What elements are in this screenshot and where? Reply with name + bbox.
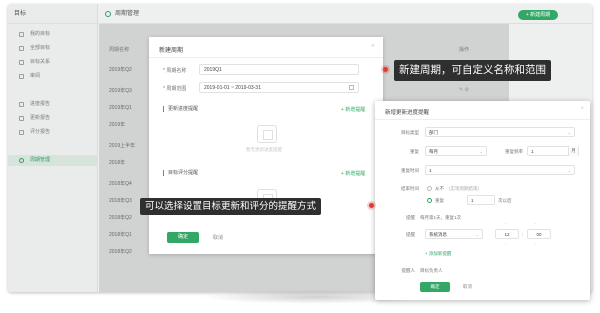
repeat-time-select[interactable]: 1 ⌄ — [425, 165, 575, 175]
divider — [149, 57, 383, 58]
new-cycle-dialog: 新建周期 × * 周期名称 2019Q1 * 周期范围 2019-01-01 ~… — [149, 37, 383, 254]
dialog-title: 新增更新进度提醒 — [385, 110, 430, 116]
page-title: 周期管理 — [115, 11, 140, 17]
confirm-button[interactable]: 确定 — [420, 282, 450, 292]
time-down-icon[interactable]: ˇ — [505, 242, 506, 247]
chevron-down-icon: ⌄ — [479, 149, 483, 154]
repeat-frequency-input[interactable]: 1月 — [527, 146, 579, 156]
goal-type-label: 目标类型 — [401, 130, 419, 135]
time-down-icon[interactable]: ˇ — [535, 242, 536, 247]
sidebar-item-update-report[interactable]: 更新报告 — [8, 113, 98, 124]
remind-label: 提醒 — [406, 232, 415, 237]
sidebar-item-progress-report[interactable]: 进度报告 — [8, 99, 98, 110]
sidebar-title: 目标 — [8, 4, 97, 24]
callout-reminder-options: 可以选择设置目标更新和评分的提醒方式 — [140, 198, 322, 215]
repeat-time-label: 重复时间 — [401, 168, 419, 173]
end-never-note: (实现周期结束) — [449, 186, 479, 191]
end-never-label: 从不 — [435, 186, 444, 191]
time-up-icon[interactable]: ˆ — [535, 222, 536, 227]
cycle-name-label: * 周期名称 — [163, 68, 187, 74]
divider — [375, 119, 590, 120]
cycle-range-input[interactable]: 2019-01-01 ~ 2019-03-31 — [199, 82, 359, 93]
end-count-input[interactable]: 1 — [467, 195, 495, 205]
add-update-reminder-button[interactable]: + 新增提醒 — [341, 106, 365, 113]
star-icon — [19, 130, 24, 135]
end-repeat-label: 重复 — [435, 198, 444, 203]
close-icon[interactable]: × — [371, 43, 375, 50]
sidebar-item-all-goals[interactable]: 全部目标 — [8, 43, 98, 54]
grid-icon — [19, 46, 24, 51]
summary-label: 提醒 — [406, 215, 415, 220]
empty-state-icon — [257, 125, 277, 143]
time-up-icon[interactable]: ˆ — [505, 222, 506, 227]
sidebar-item-goal-relations[interactable]: 目标关系 — [8, 57, 98, 68]
repeat-label: 重复 — [410, 149, 419, 154]
score-reminder-section-title: 目标评分提醒 — [163, 170, 198, 176]
remind-method-select[interactable]: 系统消息 ⌄ — [425, 229, 483, 239]
chevron-down-icon: ⌄ — [475, 232, 479, 237]
chevron-down-icon: ⌄ — [567, 168, 571, 173]
minute-input[interactable]: 00 — [527, 229, 551, 239]
end-time-label: 结束时间 — [401, 186, 419, 191]
summary-text: 每月第1天，重复1次 — [420, 215, 462, 220]
cycle-range-label: * 周期范围 — [163, 86, 187, 92]
sidebar-item-my-goals[interactable]: 我的目标 — [8, 29, 98, 40]
chart-icon — [19, 102, 24, 107]
end-never-radio[interactable] — [427, 186, 432, 191]
repeat-frequency-label: 重复频率 — [505, 149, 523, 154]
new-cycle-button[interactable]: + 新建周期 — [518, 10, 558, 20]
doc-icon — [19, 74, 24, 79]
repeat-select[interactable]: 每月 ⌄ — [425, 146, 487, 156]
sidebar-item-review[interactable]: 审阅 — [8, 71, 98, 82]
cancel-button[interactable]: 取消 — [213, 234, 223, 241]
reminder-person-value: 目标负责人 — [420, 268, 443, 273]
confirm-button[interactable]: 确定 — [167, 232, 199, 243]
empty-state-text: 暂无更新进度提醒 — [246, 147, 282, 152]
refresh-icon — [19, 116, 24, 121]
chevron-down-icon: ⌄ — [567, 130, 571, 135]
dialog-title: 新建周期 — [159, 48, 184, 54]
sidebar-item-score-report[interactable]: 评分报告 — [8, 127, 98, 138]
add-score-reminder-button[interactable]: + 新增提醒 — [341, 170, 365, 177]
add-reminder-dialog: 新增更新进度提醒 × 目标类型 部门 ⌄ 重复 每月 ⌄ 重复频率 1月 重复时间 … — [375, 101, 590, 300]
end-repeat-radio[interactable] — [427, 198, 432, 203]
tree-icon — [19, 60, 24, 65]
callout-dot — [381, 65, 390, 74]
reminder-person-label: 提醒人 — [401, 268, 416, 273]
goal-type-select[interactable]: 部门 ⌄ — [425, 127, 575, 137]
top-bar: 周期管理 + 新建周期 — [99, 4, 592, 24]
cycle-icon — [105, 11, 111, 17]
sidebar-item-cycle-management[interactable]: 周期管理 — [8, 155, 98, 166]
hour-input[interactable]: 12 — [495, 229, 519, 239]
end-count-unit: 次以后 — [498, 198, 512, 203]
sidebar: 目标 我的目标 全部目标 目标关系 审阅 进度报告 更新报告 评分报告 周期管理 — [8, 4, 98, 292]
time-separator: : — [522, 232, 524, 237]
close-icon[interactable]: × — [580, 106, 584, 112]
callout-new-cycle: 新建周期，可自定义名称和范围 — [394, 60, 551, 81]
calendar-icon — [349, 85, 354, 90]
cycle-icon — [19, 158, 24, 163]
cancel-button[interactable]: 取消 — [463, 284, 472, 290]
frequency-unit: 月 — [568, 146, 578, 156]
user-icon — [19, 32, 24, 37]
cycle-name-input[interactable]: 2019Q1 — [199, 64, 359, 75]
update-reminder-section-title: 更新进度提醒 — [163, 106, 198, 112]
add-new-reminder-button[interactable]: + 添加新提醒 — [425, 251, 451, 257]
callout-dot — [367, 201, 376, 210]
